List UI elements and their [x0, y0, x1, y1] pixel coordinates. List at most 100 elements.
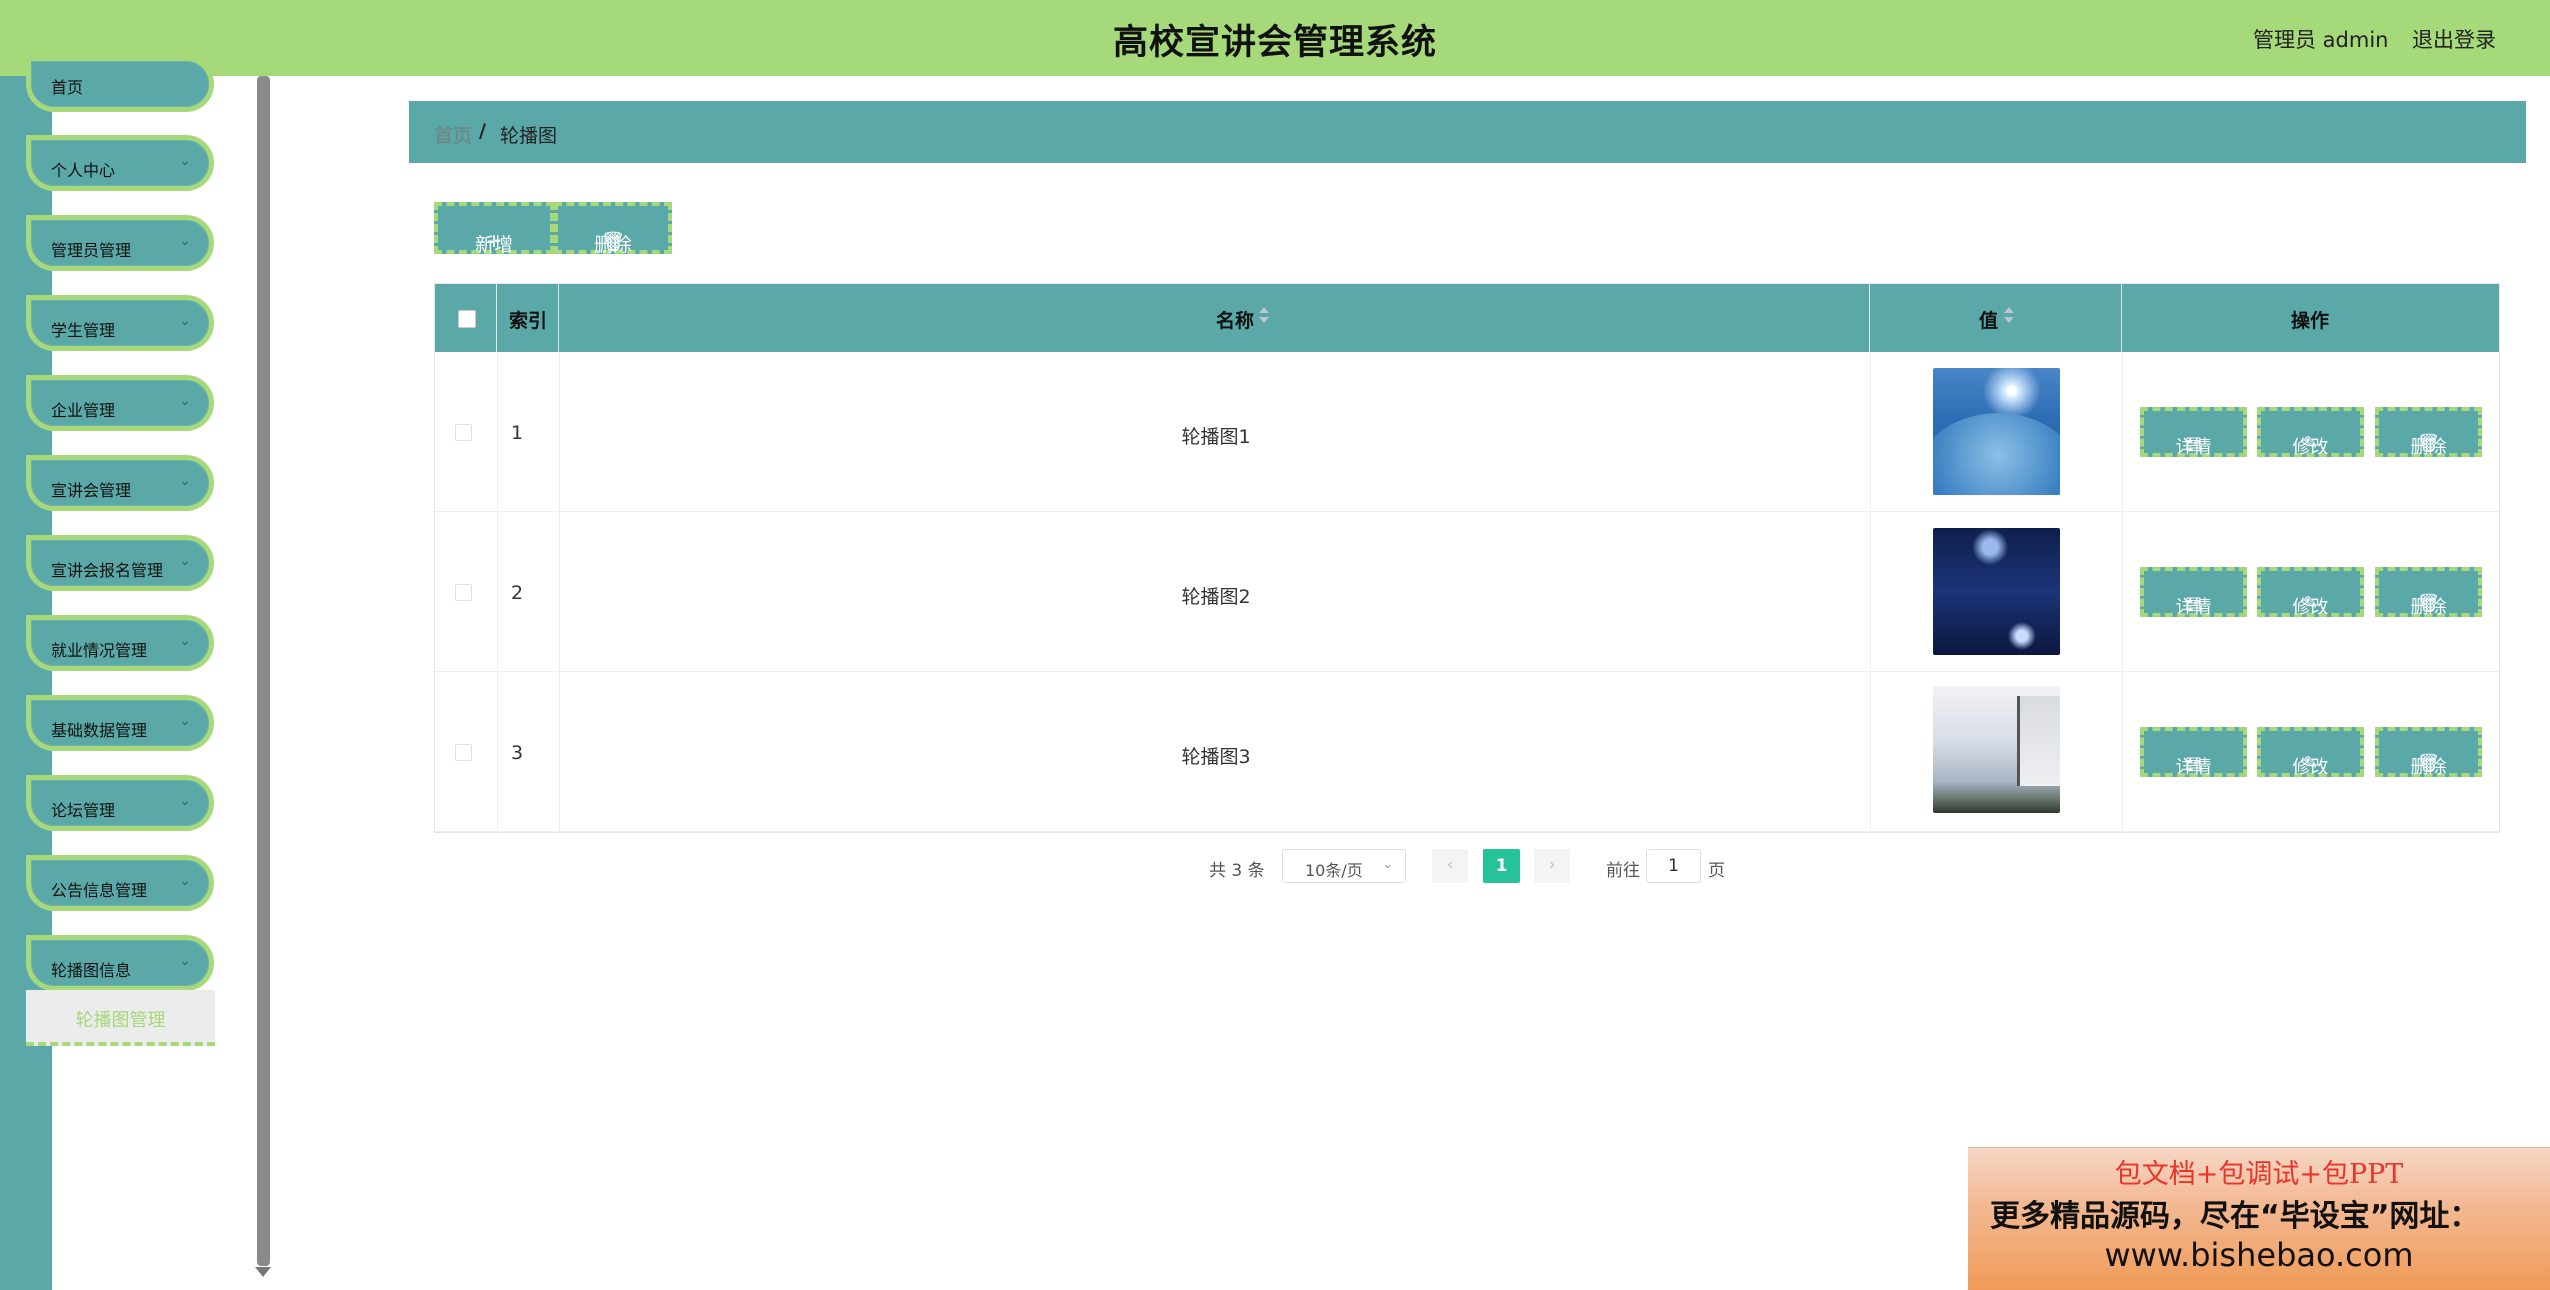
table-row: 1 轮播图1 ▤ 详情 ✎ 修改 🗑 删除: [435, 352, 2499, 512]
sidebar-subitem-carousel-manage[interactable]: 轮播图管理: [26, 990, 215, 1046]
breadcrumb-separator: /: [479, 120, 486, 142]
sidebar-item-label: 公告信息管理: [51, 881, 148, 900]
chevron-down-icon: ⌄: [179, 553, 191, 569]
next-page-button[interactable]: ›: [1534, 849, 1570, 883]
header-select-cell: [435, 284, 497, 352]
promo-banner: 包文档+包调试+包PPT 更多精品源码，尽在“毕设宝”网址： www.bishe…: [1968, 1147, 2550, 1290]
column-header-value: 值: [1979, 310, 1999, 332]
pagination-total: 共 3 条: [1209, 861, 1265, 881]
promo-line-1: 包文档+包调试+包PPT: [2114, 1159, 2404, 1190]
sidebar-item-label: 首页: [51, 78, 84, 97]
prev-page-button[interactable]: ‹: [1432, 849, 1468, 883]
row-name: 轮播图2: [1181, 586, 1251, 608]
header-name[interactable]: 名称: [559, 284, 1870, 352]
row-index: 2: [511, 582, 524, 604]
detail-button[interactable]: ▤ 详情: [2140, 567, 2247, 618]
sidebar-item-label: 轮播图信息: [51, 961, 132, 980]
row-name: 轮播图3: [1181, 746, 1251, 768]
row-checkbox[interactable]: [455, 424, 472, 441]
breadcrumb-current: 轮播图: [500, 125, 558, 147]
promo-line-3: www.bishebao.com: [2104, 1236, 2414, 1274]
page-size-value: 10条/页: [1305, 861, 1363, 880]
row-delete-button[interactable]: 🗑 删除: [2375, 567, 2482, 618]
sidebar-item-students[interactable]: 学生管理 ⌄: [26, 295, 214, 351]
sidebar-scrollbar[interactable]: [257, 76, 270, 1266]
column-header-name: 名称: [1216, 310, 1255, 332]
add-button[interactable]: + 新增: [434, 202, 554, 256]
header-value[interactable]: 值: [1870, 284, 2122, 352]
detail-label: 详情: [2175, 757, 2212, 778]
page-number-current[interactable]: 1: [1483, 849, 1520, 883]
select-all-checkbox[interactable]: [458, 310, 476, 328]
row-image[interactable]: [1933, 686, 2060, 813]
detail-label: 详情: [2175, 597, 2212, 618]
chevron-down-icon: ⌄: [179, 793, 191, 809]
edit-button[interactable]: ✎ 修改: [2257, 567, 2364, 618]
sidebar-item-label: 宣讲会管理: [51, 481, 132, 500]
table-row: 2 轮播图2 ▤ 详情 ✎ 修改 🗑 删除: [435, 512, 2499, 672]
scroll-down-arrow-icon[interactable]: [255, 1267, 271, 1277]
logout-link[interactable]: 退出登录: [2412, 24, 2496, 54]
edit-button[interactable]: ✎ 修改: [2257, 407, 2364, 458]
sidebar-item-label: 企业管理: [51, 401, 116, 420]
sidebar-subitem-label: 轮播图管理: [75, 1010, 166, 1031]
sidebar-item-home[interactable]: 首页: [26, 56, 214, 112]
row-image[interactable]: [1933, 368, 2060, 495]
detail-button[interactable]: ▤ 详情: [2140, 727, 2247, 778]
data-table: 索引 名称 值 操作 1 轮播图1 ▤ 详情 ✎ 修改 🗑 删除 2 轮播图2 …: [434, 283, 2500, 833]
header-actions: 操作: [2122, 284, 2499, 352]
sidebar-item-registrations[interactable]: 宣讲会报名管理 ⌄: [26, 535, 214, 591]
goto-page-input[interactable]: [1646, 849, 1701, 883]
table-row: 3 轮播图3 ▤ 详情 ✎ 修改 🗑 删除: [435, 672, 2499, 832]
row-image[interactable]: [1933, 528, 2060, 655]
current-user: 管理员 admin: [2253, 28, 2389, 52]
column-header-index: 索引: [509, 310, 548, 332]
sidebar-item-label: 管理员管理: [51, 241, 132, 260]
chevron-down-icon: ⌄: [179, 633, 191, 649]
sort-icon[interactable]: [2004, 306, 2014, 326]
chevron-down-icon: ⌄: [1382, 857, 1393, 872]
sidebar-item-forum[interactable]: 论坛管理 ⌄: [26, 775, 214, 831]
sidebar-item-label: 就业情况管理: [51, 641, 148, 660]
delete-button[interactable]: 🗑 删除: [554, 202, 672, 256]
sidebar-item-announcements[interactable]: 公告信息管理 ⌄: [26, 855, 214, 911]
sidebar-item-admin[interactable]: 管理员管理 ⌄: [26, 215, 214, 271]
sidebar-item-sessions[interactable]: 宣讲会管理 ⌄: [26, 455, 214, 511]
goto-unit-label: 页: [1708, 861, 1725, 881]
sidebar-item-employment[interactable]: 就业情况管理 ⌄: [26, 615, 214, 671]
app-title: 高校宣讲会管理系统: [1112, 23, 1437, 63]
sidebar-item-label: 个人中心: [51, 161, 116, 180]
top-header: 高校宣讲会管理系统 管理员 admin 退出登录: [0, 0, 2550, 76]
chevron-right-icon: ›: [1548, 855, 1556, 875]
row-delete-button[interactable]: 🗑 删除: [2375, 407, 2482, 458]
column-header-actions: 操作: [2291, 310, 2330, 332]
add-button-label: 新增: [474, 234, 513, 256]
chevron-down-icon: ⌄: [179, 713, 191, 729]
sidebar-item-profile[interactable]: 个人中心 ⌄: [26, 135, 214, 191]
row-index: 3: [511, 742, 524, 764]
sidebar-item-companies[interactable]: 企业管理 ⌄: [26, 375, 214, 431]
page-number-label: 1: [1495, 856, 1508, 876]
sidebar-item-carousel[interactable]: 轮播图信息 ⌄: [26, 935, 214, 991]
goto-label: 前往: [1606, 861, 1640, 881]
edit-button[interactable]: ✎ 修改: [2257, 727, 2364, 778]
breadcrumb-home[interactable]: 首页: [434, 121, 472, 148]
chevron-down-icon: ⌄: [179, 313, 191, 329]
chevron-down-icon: ⌄: [179, 873, 191, 889]
chevron-down-icon: ⌄: [179, 153, 191, 169]
sort-icon[interactable]: [1259, 306, 1269, 326]
page-size-select[interactable]: 10条/页 ⌄: [1282, 849, 1406, 883]
sidebar-item-basic-data[interactable]: 基础数据管理 ⌄: [26, 695, 214, 751]
chevron-down-icon: ⌄: [179, 473, 191, 489]
delete-label: 删除: [2410, 437, 2447, 458]
edit-label: 修改: [2292, 757, 2329, 778]
sidebar-item-label: 基础数据管理: [51, 721, 148, 740]
delete-label: 删除: [2410, 597, 2447, 618]
row-checkbox[interactable]: [455, 744, 472, 761]
chevron-left-icon: ‹: [1446, 855, 1454, 875]
delete-label: 删除: [2410, 757, 2447, 778]
row-checkbox[interactable]: [455, 584, 472, 601]
row-delete-button[interactable]: 🗑 删除: [2375, 727, 2482, 778]
detail-button[interactable]: ▤ 详情: [2140, 407, 2247, 458]
chevron-down-icon: ⌄: [179, 393, 191, 409]
